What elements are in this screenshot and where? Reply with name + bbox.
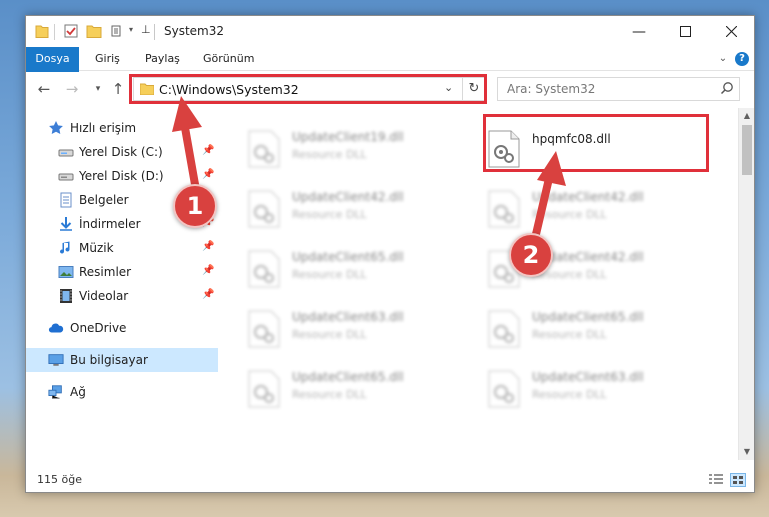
annotation-arrows (172, 96, 566, 251)
arrow-head-step-1 (172, 96, 202, 132)
arrow-head-step-2 (537, 151, 566, 186)
arrow-step-1 (180, 118, 200, 194)
step-1-badge: 1 (173, 184, 217, 228)
step-2-badge: 2 (509, 233, 553, 277)
